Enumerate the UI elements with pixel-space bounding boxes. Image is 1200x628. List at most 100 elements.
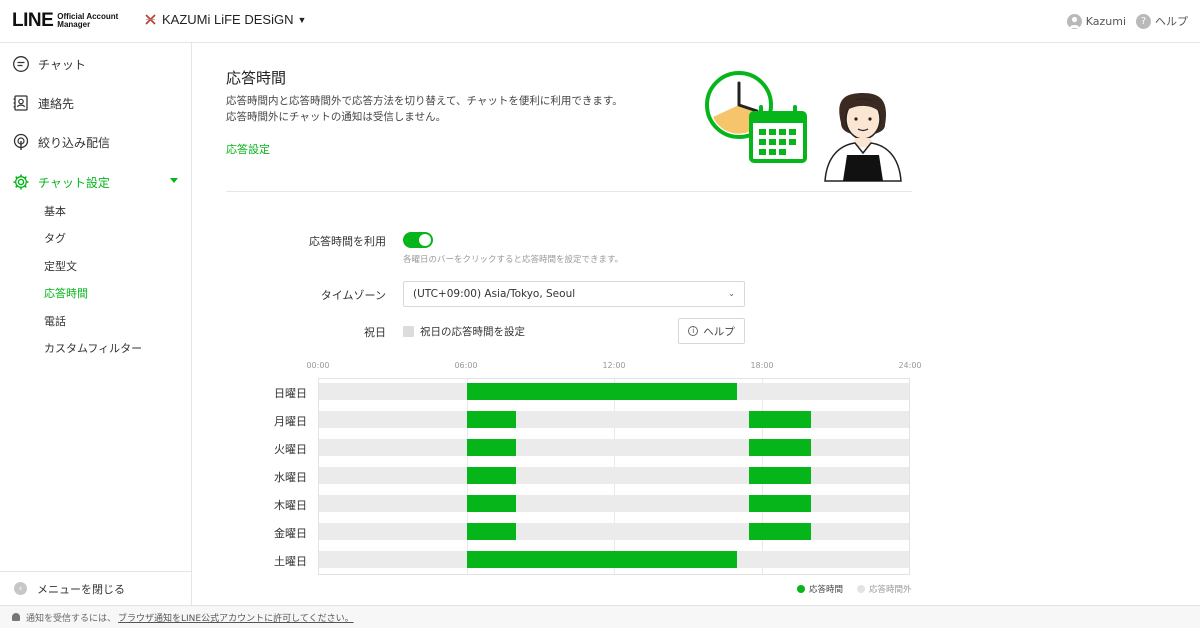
toggle-knob	[419, 234, 431, 246]
response-time-segment[interactable]	[466, 551, 737, 568]
sidebar: チャット 連絡先 絞り込み配信 チャット設定 基本 タグ 定型文 応答時間 電話…	[0, 43, 192, 605]
day-schedule-bar[interactable]	[319, 383, 909, 400]
description-line: 応答時間内と応答時間外で応答方法を切り替えて、チャットを便利に利用できます。	[226, 95, 623, 107]
time-tick-label: 12:00	[602, 361, 626, 370]
response-time-segment[interactable]	[466, 523, 516, 540]
expand-arrow-icon	[170, 178, 178, 183]
sidebar-item-label: 絞り込み配信	[38, 135, 111, 150]
timezone-label: タイムゾーン	[320, 289, 386, 302]
sidebar-subitem-basic[interactable]: 基本	[44, 203, 66, 219]
legend-dot-in	[797, 585, 805, 593]
response-time-segment[interactable]	[466, 411, 516, 428]
sidebar-item-label: チャット	[38, 57, 86, 72]
use-response-hours-toggle[interactable]	[403, 232, 433, 248]
response-time-segment[interactable]	[466, 439, 516, 456]
legend-dot-out	[857, 585, 866, 593]
day-label: 火曜日	[274, 443, 307, 456]
notification-bar: 通知を受信するには、 ブラウザ通知をLINE公式アカウントに許可してください。	[0, 605, 1200, 628]
notification-text: 通知を受信するには、	[26, 613, 117, 624]
response-time-segment[interactable]	[466, 383, 737, 400]
sidebar-item-chat-settings[interactable]: チャット設定	[12, 173, 182, 191]
divider	[226, 191, 912, 192]
day-schedule-bar[interactable]	[319, 467, 909, 484]
sidebar-subitem-custom-filter[interactable]: カスタムフィルター	[44, 340, 142, 356]
response-time-segment[interactable]	[749, 439, 811, 456]
timezone-value: (UTC+09:00) Asia/Tokyo, Seoul	[413, 288, 576, 300]
holiday-checkbox-row[interactable]: 祝日の応答時間を設定	[403, 324, 525, 339]
help-menu[interactable]: ? ヘルプ	[1136, 13, 1188, 29]
time-tick-label: 24:00	[898, 361, 922, 370]
sidebar-item-broadcast[interactable]: 絞り込み配信	[12, 133, 182, 151]
legend: 応答時間 応答時間外	[797, 583, 912, 595]
day-schedule-bar[interactable]	[319, 411, 909, 428]
account-switcher[interactable]: KAZUMi LiFE DESiGN ▼	[145, 12, 306, 27]
sidebar-subitem-tags[interactable]: タグ	[44, 230, 66, 246]
sidebar-item-label: 連絡先	[38, 96, 75, 111]
help-button[interactable]: i ヘルプ	[678, 318, 745, 344]
contacts-icon	[13, 95, 28, 111]
legend-label-in: 応答時間	[809, 585, 844, 595]
broadcast-icon	[13, 133, 29, 150]
day-schedule-bar[interactable]	[319, 495, 909, 512]
caret-down-icon: ▼	[297, 14, 307, 25]
use-response-hours-label: 応答時間を利用	[309, 235, 386, 248]
account-name: KAZUMi LiFE DESiGN	[162, 12, 294, 27]
close-menu-label: メニューを閉じる	[37, 582, 125, 596]
day-schedule-bar[interactable]	[319, 439, 909, 456]
response-time-segment[interactable]	[466, 467, 516, 484]
response-time-segment[interactable]	[466, 495, 516, 512]
schedule-hint: 各曜日のバーをクリックすると応答時間を設定できます。	[403, 255, 624, 265]
day-schedule-bar[interactable]	[319, 523, 909, 540]
response-time-segment[interactable]	[749, 523, 811, 540]
day-label: 水曜日	[274, 471, 307, 484]
user-name: Kazumi	[1085, 14, 1126, 28]
sidebar-subitem-templates[interactable]: 定型文	[44, 258, 77, 274]
logo-text: LINE	[12, 10, 54, 31]
illustration	[705, 71, 902, 182]
sidebar-subitem-response-hours[interactable]: 応答時間	[44, 285, 88, 301]
info-icon: i	[688, 326, 699, 336]
description-line: 応答時間外にチャットの通知は受信しません。	[226, 111, 447, 123]
sidebar-subitem-phone[interactable]: 電話	[44, 313, 66, 329]
logo-sub-line2: Manager	[57, 20, 91, 29]
day-label: 木曜日	[274, 499, 307, 512]
notification-link[interactable]: ブラウザ通知をLINE公式アカウントに許可してください。	[118, 611, 354, 624]
time-tick-label: 06:00	[454, 361, 478, 370]
holiday-checkbox-label: 祝日の応答時間を設定	[420, 326, 525, 338]
page-title: 応答時間	[226, 69, 287, 87]
calendar-icon	[749, 105, 807, 163]
day-label: 土曜日	[274, 555, 307, 568]
user-avatar-icon	[1066, 13, 1082, 29]
day-schedule-bar[interactable]	[319, 551, 909, 568]
holiday-checkbox[interactable]	[403, 326, 414, 337]
user-menu[interactable]: Kazumi	[1066, 13, 1126, 29]
legend-item-in: 応答時間	[797, 583, 843, 595]
chevron-left-icon: ‹	[14, 582, 27, 595]
sidebar-item-chat[interactable]: チャット	[12, 55, 182, 73]
help-label: ヘルプ	[1155, 15, 1188, 28]
response-time-segment[interactable]	[749, 411, 811, 428]
chat-icon	[13, 56, 29, 72]
timeline-axis: 00:00 06:00 12:00 18:00 24:00	[306, 359, 921, 373]
gear-icon	[13, 174, 29, 190]
account-logo-icon	[145, 14, 156, 25]
legend-item-out: 応答時間外	[857, 583, 912, 595]
help-icon: ?	[1136, 13, 1151, 29]
timezone-select[interactable]: (UTC+09:00) Asia/Tokyo, Seoul ⌄	[403, 281, 745, 307]
logo-subtext: Official Account Manager	[57, 13, 118, 29]
line-logo[interactable]: LINE Official Account Manager	[12, 10, 118, 32]
sidebar-item-contacts[interactable]: 連絡先	[12, 94, 182, 112]
day-label: 金曜日	[274, 527, 307, 540]
close-menu-button[interactable]: ‹ メニューを閉じる	[0, 571, 192, 605]
response-settings-link[interactable]: 応答設定	[226, 141, 270, 157]
top-bar: LINE Official Account Manager KAZUMi LiF…	[0, 0, 1200, 43]
top-right-menu: Kazumi ? ヘルプ	[1057, 13, 1188, 29]
legend-label-out: 応答時間外	[869, 585, 912, 595]
response-time-segment[interactable]	[749, 467, 811, 484]
response-time-segment[interactable]	[749, 495, 811, 512]
help-button-label: ヘルプ	[703, 325, 735, 338]
day-label: 日曜日	[274, 387, 307, 400]
bell-icon	[12, 613, 20, 621]
main-content: 応答時間 応答時間内と応答時間外で応答方法を切り替えて、チャットを便利に利用でき…	[193, 43, 1200, 605]
schedule-grid	[318, 378, 910, 575]
